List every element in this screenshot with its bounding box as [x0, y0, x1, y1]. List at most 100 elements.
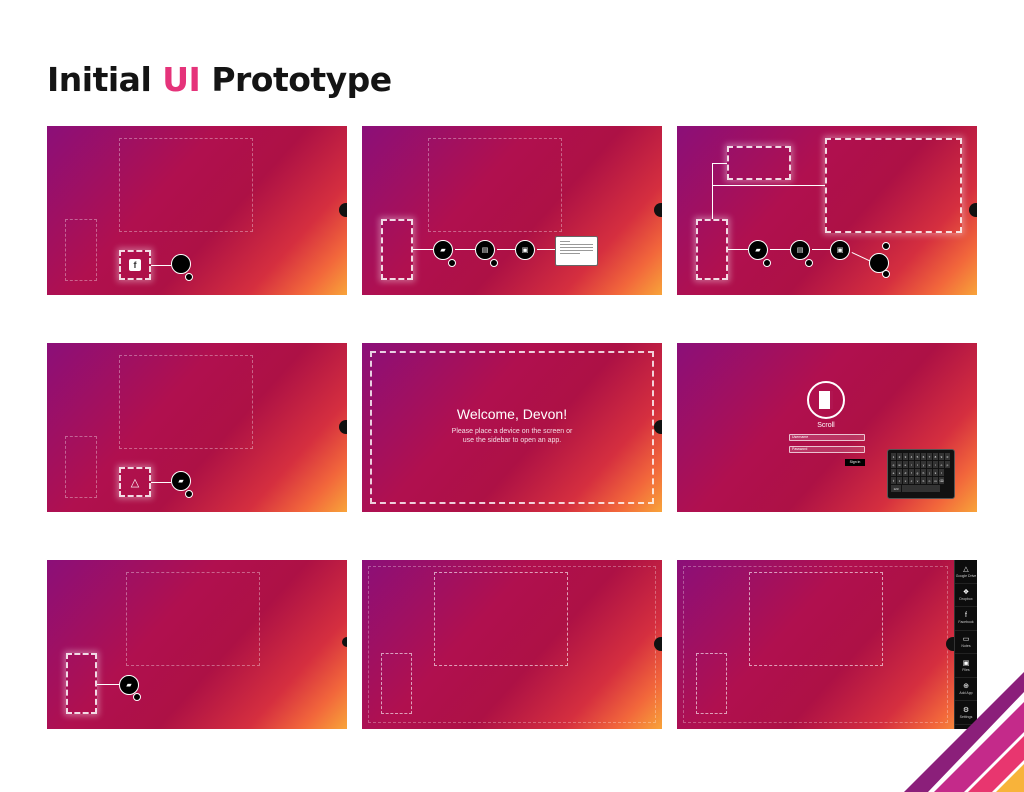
node-badge — [133, 693, 141, 701]
sidebar-handle[interactable] — [654, 203, 662, 217]
keyboard-key[interactable]: b — [921, 477, 926, 484]
title-part1: Initial — [47, 60, 163, 99]
keyboard-key[interactable]: x — [903, 477, 908, 484]
folder-node[interactable]: ▰ — [119, 675, 139, 695]
prototype-panel-device-folder: ▰ — [47, 560, 347, 729]
keyboard-key[interactable]: f — [909, 469, 914, 476]
keyboard-key[interactable]: 7 — [927, 453, 932, 460]
sidebar-item-label: Facebook — [958, 620, 974, 625]
keyboard-row: 123 — [891, 485, 951, 492]
keyboard-key[interactable]: t — [915, 461, 920, 468]
node-badge — [490, 259, 498, 267]
app-drop-zone — [749, 572, 883, 666]
sidebar-handle[interactable] — [339, 203, 347, 217]
device-drop-zone — [696, 653, 727, 714]
connector-line — [151, 265, 171, 266]
connector-line — [812, 249, 830, 250]
app-drop-zone — [428, 138, 562, 232]
password-field[interactable]: Password — [789, 446, 865, 453]
keyboard-key[interactable]: g — [915, 469, 920, 476]
on-screen-keyboard[interactable]: 1 2 3 4 5 6 7 8 9 0 q w e r t y u i o p a s d f g h j k l ⇧ z x c v b n m ⌫ 12… — [887, 449, 955, 499]
device-outline — [727, 146, 791, 180]
username-field[interactable]: Username — [789, 434, 865, 441]
facebook-node[interactable] — [171, 254, 191, 274]
document-node[interactable]: ▤ — [790, 240, 810, 260]
sidebar-item-google-drive[interactable]: △ Google Drive — [955, 560, 977, 584]
app-drop-zone — [434, 572, 568, 666]
prototype-panel-google-drive: △ ▰ — [47, 343, 347, 512]
sidebar-item-facebook[interactable]: f Facebook — [955, 607, 977, 631]
keyboard-key[interactable]: s — [897, 469, 902, 476]
facebook-icon: f — [965, 612, 967, 620]
keyboard-key[interactable]: v — [915, 477, 920, 484]
keyboard-key[interactable]: 6 — [921, 453, 926, 460]
keyboard-key[interactable]: 1 — [891, 453, 896, 460]
signin-button[interactable]: Sign in — [845, 459, 865, 466]
sidebar-handle[interactable] — [654, 637, 662, 651]
prototype-panel-drag-to-app: ▰ ▤ ▣ — [677, 126, 977, 295]
keyboard-mode-key[interactable]: 123 — [891, 485, 901, 492]
app-label: Scroll — [817, 422, 835, 429]
keyboard-space-key[interactable] — [902, 485, 940, 492]
node-badge — [448, 259, 456, 267]
node-badge — [805, 259, 813, 267]
book-icon — [819, 391, 833, 409]
sidebar-handle[interactable] — [339, 420, 347, 434]
sidebar-handle[interactable] — [969, 203, 977, 217]
keyboard-key[interactable]: k — [933, 469, 938, 476]
device-drop-zone — [65, 436, 97, 498]
keyboard-key[interactable]: 2 — [897, 453, 902, 460]
folder-node[interactable]: ▰ — [433, 240, 453, 260]
keyboard-key[interactable]: 4 — [909, 453, 914, 460]
keyboard-key[interactable]: l — [939, 469, 944, 476]
document-preview[interactable] — [555, 236, 598, 266]
keyboard-key[interactable]: n — [927, 477, 932, 484]
keyboard-key[interactable]: 9 — [939, 453, 944, 460]
connector-line — [151, 482, 171, 483]
document-node[interactable]: ▤ — [475, 240, 495, 260]
file-node[interactable]: ▣ — [830, 240, 850, 260]
connector-line — [728, 249, 748, 250]
keyboard-key[interactable]: p — [945, 461, 950, 468]
node-badge — [185, 273, 193, 281]
welcome-line1: Please place a device on the screen or — [451, 428, 573, 435]
keyboard-key[interactable]: ⌫ — [939, 477, 944, 484]
keyboard-key[interactable]: a — [891, 469, 896, 476]
keyboard-key[interactable]: c — [909, 477, 914, 484]
keyboard-key[interactable]: z — [897, 477, 902, 484]
keyboard-key[interactable]: e — [903, 461, 908, 468]
keyboard-key[interactable]: 0 — [945, 453, 950, 460]
welcome-heading: Welcome, Devon! — [456, 406, 568, 422]
keyboard-key[interactable]: 8 — [933, 453, 938, 460]
keyboard-key[interactable]: ⇧ — [891, 477, 896, 484]
page-title: Initial UI Prototype — [47, 60, 392, 100]
keyboard-key[interactable]: 5 — [915, 453, 920, 460]
keyboard-key[interactable]: i — [933, 461, 938, 468]
keyboard-key[interactable]: r — [909, 461, 914, 468]
keyboard-key[interactable]: w — [897, 461, 902, 468]
sidebar-handle[interactable] — [342, 637, 347, 647]
folder-node[interactable]: ▰ — [171, 471, 191, 491]
keyboard-key[interactable]: m — [933, 477, 938, 484]
facebook-icon[interactable]: f — [129, 259, 141, 271]
connector-line — [455, 249, 475, 250]
folder-node[interactable]: ▰ — [748, 240, 768, 260]
sidebar-handle[interactable] — [654, 420, 662, 434]
keyboard-key[interactable]: j — [927, 469, 932, 476]
keyboard-key[interactable]: y — [921, 461, 926, 468]
keyboard-key[interactable]: h — [921, 469, 926, 476]
sidebar-item-notes[interactable]: ▭ Notes — [955, 631, 977, 654]
connector-line — [770, 249, 790, 250]
keyboard-key[interactable]: q — [891, 461, 896, 468]
sidebar-item-label: Dropbox — [959, 597, 973, 602]
sidebar-handle[interactable] — [946, 637, 954, 651]
keyboard-key[interactable]: u — [927, 461, 932, 468]
connector-line — [851, 252, 871, 262]
keyboard-key[interactable]: d — [903, 469, 908, 476]
sidebar-item-dropbox[interactable]: ❖ Dropbox — [955, 584, 977, 607]
file-node[interactable]: ▣ — [515, 240, 535, 260]
google-drive-icon[interactable]: △ — [129, 476, 141, 489]
keyboard-key[interactable]: 3 — [903, 453, 908, 460]
keyboard-key[interactable]: o — [939, 461, 944, 468]
google-drive-icon: △ — [963, 565, 969, 573]
